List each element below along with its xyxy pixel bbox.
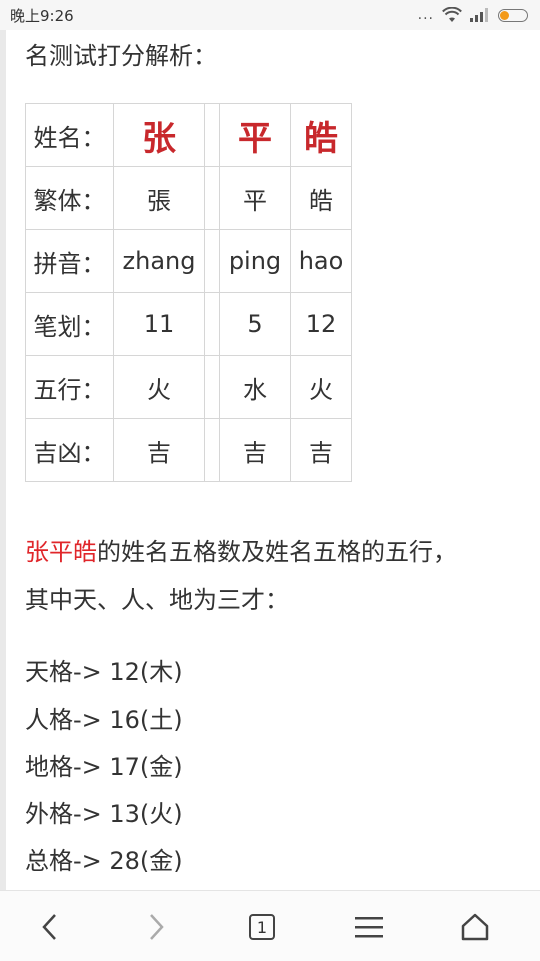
- section-heading: 名测试打分解析：: [25, 42, 217, 70]
- cell-char-3: 12: [290, 292, 352, 356]
- intro-line-1-text: 的姓名五格数及姓名五格的五行，: [97, 538, 457, 566]
- name-analysis-table: 姓名：张平皓繁体：張平皓拼音： zhang ping hao 笔划： 11 5 12 五行：火水…: [25, 103, 352, 482]
- grid-line-ren: 人格-> 16(土): [25, 706, 183, 734]
- cell-char-1: 张: [113, 103, 205, 167]
- home-icon: [461, 913, 489, 941]
- cell-char-3: 火: [290, 355, 352, 419]
- home-button[interactable]: [453, 905, 497, 949]
- row-label: 吉凶：: [25, 418, 114, 482]
- cell-char-1: zhang: [113, 229, 205, 293]
- table-row: 五行：火水火: [25, 355, 352, 419]
- cell-char-1: 吉: [113, 418, 205, 482]
- cell-char-2: 5: [219, 292, 291, 356]
- cell-spacer: [204, 103, 220, 167]
- row-label: 五行：: [25, 355, 114, 419]
- cell-char-3: hao: [290, 229, 352, 293]
- cell-char-2: 平: [219, 166, 291, 230]
- back-button[interactable]: [28, 905, 72, 949]
- status-icons: ...: [418, 6, 528, 24]
- cell-spacer: [204, 292, 220, 356]
- table-row: 繁体：張平皓: [25, 166, 352, 230]
- menu-button[interactable]: [347, 905, 391, 949]
- intro-line-2: 其中天、人、地为三才：: [25, 586, 289, 614]
- table-row: 拼音： zhang ping hao: [25, 229, 352, 293]
- status-bar: 晚上9:26 ...: [0, 0, 540, 30]
- table-row: 笔划： 11 5 12: [25, 292, 352, 356]
- grid-line-wai: 外格-> 13(火): [25, 800, 183, 828]
- row-label: 繁体：: [25, 166, 114, 230]
- cell-spacer: [204, 418, 220, 482]
- cell-char-1: 11: [113, 292, 205, 356]
- cell-char-2: 平: [219, 103, 291, 167]
- forward-button[interactable]: [134, 905, 178, 949]
- battery-icon: [498, 8, 528, 22]
- cell-spacer: [204, 229, 220, 293]
- article-content[interactable]: 名测试打分解析： 姓名：张平皓繁体：張平皓拼音： zhang ping hao 笔划： 1…: [0, 30, 540, 890]
- notification-dots-icon: ...: [417, 7, 434, 23]
- row-label: 姓名：: [25, 103, 114, 167]
- status-time: 晚上9:26: [10, 7, 74, 25]
- cell-char-1: 張: [113, 166, 205, 230]
- tabs-icon: 1: [249, 914, 275, 940]
- menu-icon: [355, 917, 383, 938]
- table-row: 姓名：张平皓: [25, 103, 352, 167]
- cell-spacer: [204, 355, 220, 419]
- row-label: 笔划：: [25, 292, 114, 356]
- signal-icon: [470, 8, 488, 22]
- cell-spacer: [204, 166, 220, 230]
- grid-line-di: 地格-> 17(金): [25, 753, 183, 781]
- back-chevron-icon: [42, 914, 56, 940]
- highlighted-name[interactable]: 张平皓: [25, 538, 97, 566]
- wifi-icon: [442, 7, 462, 22]
- tabs-button[interactable]: 1: [240, 905, 284, 949]
- grid-line-zong: 总格-> 28(金): [25, 847, 183, 875]
- grid-line-tian: 天格-> 12(木): [25, 658, 183, 686]
- cell-char-2: 水: [219, 355, 291, 419]
- cell-char-3: 吉: [290, 418, 352, 482]
- tab-count: 1: [256, 917, 268, 937]
- table-row: 吉凶：吉吉吉: [25, 418, 352, 482]
- cell-char-1: 火: [113, 355, 205, 419]
- cell-char-2: ping: [219, 229, 291, 293]
- cell-char-3: 皓: [290, 103, 352, 167]
- intro-line-1: 张平皓的姓名五格数及姓名五格的五行，: [25, 532, 457, 567]
- bottom-navigation-bar: 1: [0, 890, 540, 961]
- left-border: [0, 30, 6, 890]
- cell-char-2: 吉: [219, 418, 291, 482]
- forward-chevron-icon: [150, 914, 164, 940]
- row-label: 拼音：: [25, 229, 114, 293]
- cell-char-3: 皓: [290, 166, 352, 230]
- battery-level: [500, 10, 509, 20]
